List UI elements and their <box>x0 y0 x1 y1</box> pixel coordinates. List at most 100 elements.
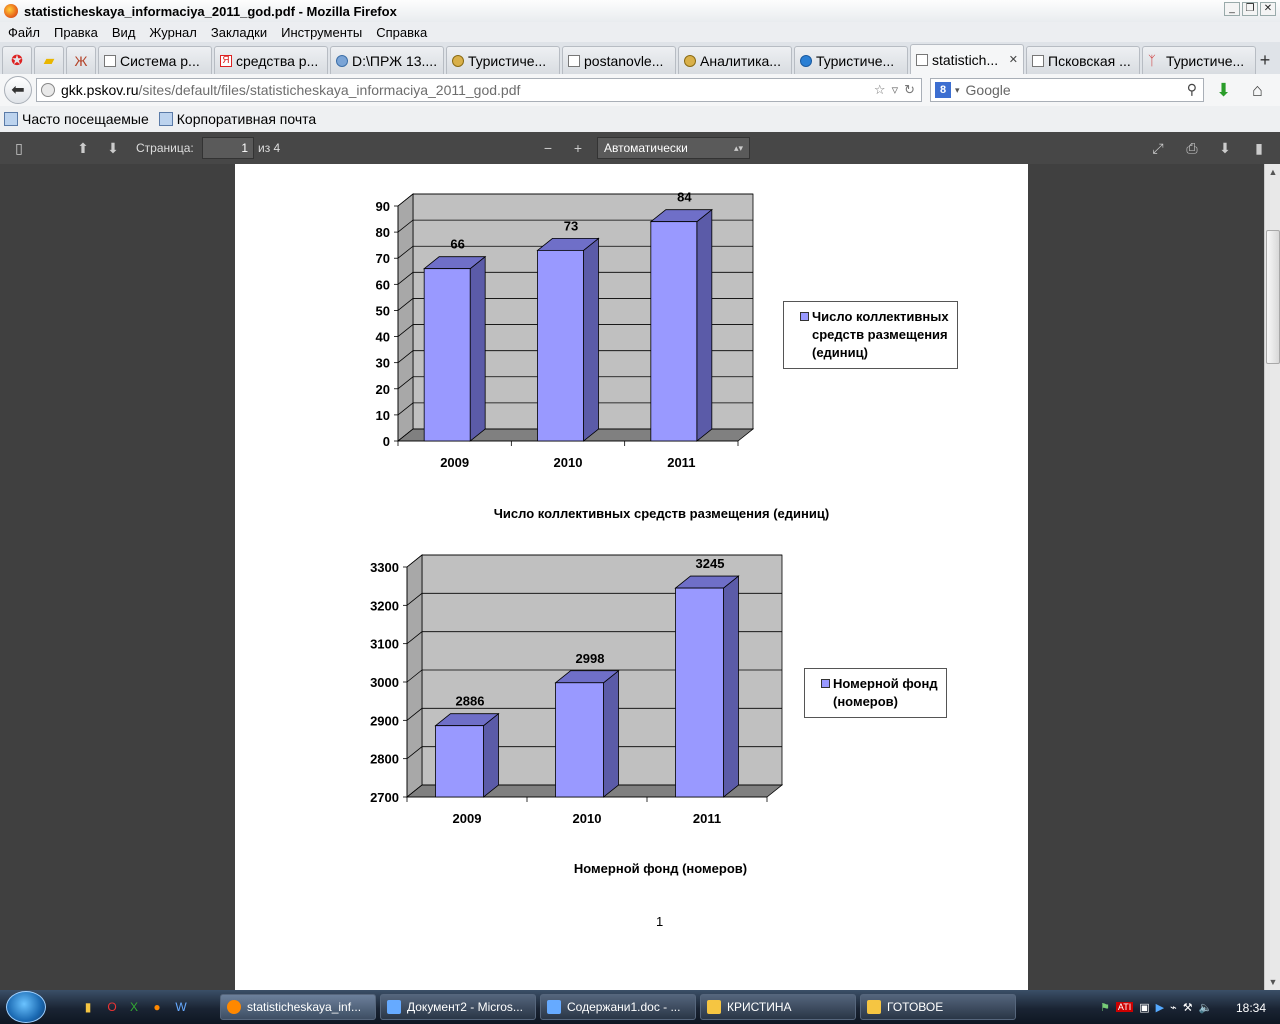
firefox-icon <box>4 4 18 18</box>
menu-view[interactable]: Вид <box>112 25 136 40</box>
quicklaunch-opera-icon[interactable]: O <box>104 999 120 1015</box>
quicklaunch-firefox-icon[interactable]: ● <box>149 999 165 1015</box>
taskbar-item-4[interactable]: ГОТОВОЕ <box>860 994 1016 1020</box>
bookmark-corporate-mail[interactable]: Корпоративная почта <box>158 111 316 127</box>
tab-6[interactable]: Туристиче... <box>794 46 908 74</box>
tray-volume-icon[interactable]: 🔈 <box>1199 1001 1213 1014</box>
zoom-in-icon[interactable]: + <box>569 139 587 157</box>
taskbar-item-label: КРИСТИНА <box>727 1000 792 1014</box>
scroll-down-icon[interactable]: ▼ <box>1265 974 1280 990</box>
taskbar-item-3[interactable]: КРИСТИНА <box>700 994 856 1020</box>
tray-network-icon[interactable]: ⚑ <box>1100 1001 1110 1014</box>
tab-0[interactable]: Система р... <box>98 46 212 74</box>
dropdown-icon[interactable]: ▿ <box>892 82 899 98</box>
back-button[interactable]: ⬅ <box>4 76 32 104</box>
tab-7[interactable]: statistich... ✕ <box>910 44 1024 74</box>
url-bar[interactable]: gkk.pskov.ru/sites/default/files/statist… <box>36 78 922 102</box>
new-tab-button[interactable]: + <box>1252 46 1278 74</box>
bar-front <box>423 268 471 442</box>
mail-icon <box>158 112 173 126</box>
crest-icon <box>684 54 696 67</box>
bar-front <box>555 682 604 798</box>
x-tick-label: 2010 <box>554 455 583 470</box>
bar-side <box>696 208 713 442</box>
tab-5[interactable]: Аналитика... <box>678 46 792 74</box>
search-placeholder: Google <box>965 82 1011 98</box>
next-page-icon[interactable]: ⬇ <box>104 139 122 157</box>
tab-3[interactable]: Туристиче... <box>446 46 560 74</box>
quicklaunch-explorer-icon[interactable]: ▮ <box>80 999 96 1015</box>
scroll-thumb[interactable] <box>1266 230 1280 364</box>
scrollbar[interactable]: ▲ ▼ <box>1264 164 1280 990</box>
zoom-select[interactable]: Автоматически ▴▾ <box>597 137 750 159</box>
pdf-viewer[interactable]: 0 10 20 30 40 50 60 70 80 90 66 2009 73 2010 84 2011 Чи… <box>0 164 1264 990</box>
print-icon[interactable]: ⎙ <box>1183 139 1201 157</box>
page-number-input[interactable]: 1 <box>202 137 254 159</box>
legend-line: Номерной фонд <box>833 676 938 691</box>
previous-page-icon[interactable]: ⬆ <box>74 139 92 157</box>
minimize-button[interactable]: _ <box>1224 2 1240 16</box>
x-tick-label: 2011 <box>693 811 721 826</box>
y-tick-label: 2900 <box>370 713 399 728</box>
zoom-out-icon[interactable]: − <box>539 139 557 157</box>
taskbar-item-label: Содержани1.doc - ... <box>567 1000 681 1014</box>
tab-2[interactable]: D:\ПРЖ 13.... <box>330 46 444 74</box>
bookmark-most-visited[interactable]: Часто посещаемые <box>4 111 149 127</box>
window-titlebar: statisticheskaya_informaciya_2011_god.pd… <box>0 0 1280 22</box>
sidebar-toggle-icon[interactable]: ▯ <box>10 139 28 157</box>
legend-swatch <box>800 312 809 321</box>
tab-4[interactable]: postanovle... <box>562 46 676 74</box>
legend-line: Число коллективных <box>812 309 949 324</box>
fullscreen-icon[interactable]: ⤢ <box>1149 139 1167 157</box>
reload-icon[interactable]: ↻ <box>904 82 915 98</box>
menu-help[interactable]: Справка <box>376 25 427 40</box>
tray-tool-icon[interactable]: ⚒ <box>1183 1001 1193 1014</box>
search-icon[interactable]: ⚲ <box>1187 81 1197 98</box>
download-icon[interactable]: ⬇ <box>1216 80 1231 101</box>
taskbar-item-1[interactable]: Документ2 - Micros... <box>380 994 536 1020</box>
save-icon[interactable]: ⬇ <box>1216 139 1234 157</box>
globe-icon <box>41 83 55 97</box>
pinned-tab-star[interactable]: ✪ <box>2 46 32 74</box>
start-button[interactable] <box>6 991 46 1023</box>
quicklaunch-word-icon[interactable]: W <box>173 999 189 1015</box>
close-button[interactable]: ✕ <box>1260 2 1276 16</box>
maximize-button[interactable]: ❐ <box>1242 2 1258 16</box>
window-title: statisticheskaya_informaciya_2011_god.pd… <box>24 3 397 19</box>
tab-label: Туристиче... <box>1166 52 1245 69</box>
tray-connection-icon[interactable]: ⌁ <box>1170 1001 1177 1014</box>
scroll-up-icon[interactable]: ▲ <box>1265 164 1280 180</box>
menu-tools[interactable]: Инструменты <box>281 25 362 40</box>
bookmark-star-icon[interactable]: ☆ <box>874 82 886 98</box>
google-icon[interactable]: 8 <box>935 82 951 98</box>
chart1-caption: Число коллективных средств размещения (е… <box>493 506 830 521</box>
bar-2011 <box>674 575 740 798</box>
tray-ati-icon[interactable]: ATI <box>1115 1002 1134 1012</box>
tab-1[interactable]: Ясредства р... <box>214 46 328 74</box>
tab-9[interactable]: ᛉ Туристиче... <box>1142 46 1256 74</box>
home-icon[interactable]: ⌂ <box>1252 80 1263 101</box>
pinned-tab-folder[interactable]: ▰ <box>34 46 64 74</box>
menu-edit[interactable]: Правка <box>54 25 98 40</box>
tab-8[interactable]: Псковская ... <box>1026 46 1140 74</box>
menu-history[interactable]: Журнал <box>149 25 196 40</box>
taskbar-item-0[interactable]: statisticheskaya_inf... <box>220 994 376 1020</box>
bookmark-folder-icon <box>4 112 18 126</box>
tab-close-icon[interactable]: ✕ <box>1009 53 1018 66</box>
tray-media-icon[interactable]: ▶ <box>1156 1001 1164 1014</box>
pinned-tab-logo[interactable]: Ж <box>66 46 96 74</box>
flower-icon <box>800 54 812 67</box>
y-tick-label: 3000 <box>370 675 399 690</box>
bookmark-icon[interactable]: ▮ <box>1250 139 1268 157</box>
yandex-icon: Я <box>220 54 232 67</box>
crest-icon <box>452 54 464 67</box>
folder-icon <box>867 1000 881 1014</box>
chart1-legend: Число коллективных средств размещения (е… <box>783 301 958 369</box>
taskbar-item-2[interactable]: Содержани1.doc - ... <box>540 994 696 1020</box>
menu-file[interactable]: Файл <box>8 25 40 40</box>
search-engine-dropdown-icon[interactable]: ▾ <box>955 85 960 96</box>
tray-display-icon[interactable]: ▣ <box>1139 1001 1149 1014</box>
quicklaunch-excel-icon[interactable]: X <box>126 999 142 1015</box>
menu-bookmarks[interactable]: Закладки <box>211 25 267 40</box>
search-bar[interactable]: 8 ▾ Google ⚲ <box>930 78 1204 102</box>
